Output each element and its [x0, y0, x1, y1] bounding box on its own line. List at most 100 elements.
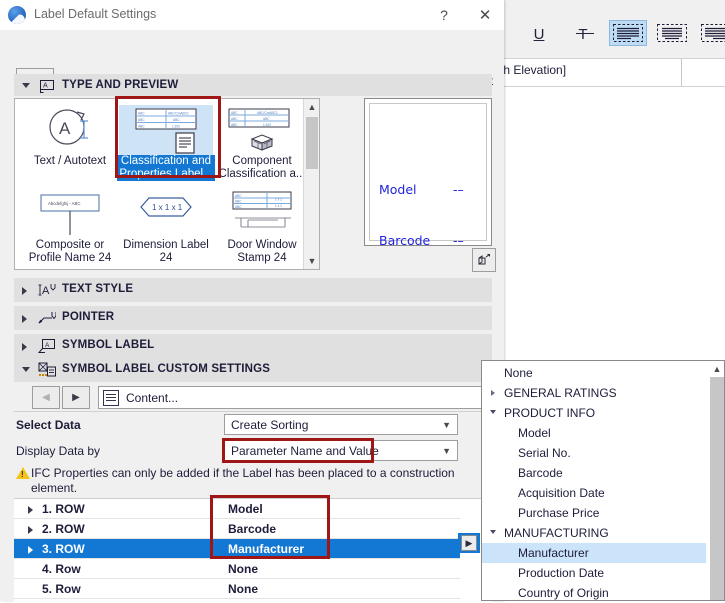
- chevron-right-icon: [22, 315, 27, 323]
- svg-text:ABC/CmABC1: ABC/CmABC1: [257, 111, 278, 115]
- next-page-button[interactable]: ▶: [62, 386, 90, 409]
- preview-line: Barcode -–: [379, 232, 419, 249]
- align-right-button[interactable]: [697, 20, 725, 46]
- section-header-symbol-label-custom-settings[interactable]: SYMBOL LABEL CUSTOM SETTINGS: [14, 358, 492, 382]
- previous-page-button[interactable]: ◀: [32, 386, 60, 409]
- dropdown-item-label: PRODUCT INFO: [504, 406, 595, 420]
- grid-item-label: Text / Autotext: [21, 155, 119, 168]
- row-expand-button[interactable]: ▶: [458, 533, 480, 553]
- svg-text:1 x 1: 1 x 1: [275, 204, 282, 208]
- underline-button[interactable]: U: [525, 20, 553, 48]
- text-style-icon: A: [38, 281, 56, 299]
- grid-item-component-classification[interactable]: ABCABC/CmABC1 ABCABC ABC1:100: [215, 105, 309, 185]
- svg-text:ABC: ABC: [231, 117, 238, 121]
- archicad-logo-icon: [8, 6, 26, 24]
- grid-item-label: Component Classification a...: [213, 155, 311, 181]
- dropdown-item-manufacturer[interactable]: Manufacturer: [482, 543, 706, 563]
- chevron-up-icon[interactable]: ▲: [710, 361, 724, 377]
- custom-settings-icon: [38, 361, 56, 379]
- svg-text:ABC: ABC: [138, 112, 145, 116]
- row-name: 5. Row: [42, 582, 81, 596]
- row-name: 3. ROW: [42, 542, 85, 556]
- close-button[interactable]: ✕: [473, 4, 497, 26]
- help-button[interactable]: ?: [432, 4, 456, 26]
- row-list[interactable]: 1. ROW Model 2. ROW Barcode 3. ROW Manuf…: [14, 498, 492, 602]
- grid-item-text-autotext[interactable]: A Text / Autotext: [23, 105, 117, 185]
- select-data-label: Select Data: [16, 418, 81, 432]
- select-data-combo[interactable]: Create Sorting ▼: [224, 414, 458, 435]
- chevron-right-icon[interactable]: [28, 546, 33, 554]
- display-data-by-combo[interactable]: Parameter Name and Value ▼: [224, 440, 458, 461]
- label-type-grid[interactable]: A Text / Autotext: [14, 98, 320, 270]
- table-row-selected[interactable]: 3. ROW Manufacturer: [14, 539, 460, 559]
- row-value: Manufacturer: [228, 542, 304, 556]
- svg-text:ABC: ABC: [235, 205, 242, 209]
- dropdown-item-label: None: [504, 366, 533, 380]
- dropdown-item-none[interactable]: None: [482, 363, 706, 383]
- chevron-down-icon: [490, 530, 496, 534]
- dropdown-group-manufacturing[interactable]: MANUFACTURING: [482, 523, 706, 543]
- row-name: 2. ROW: [42, 522, 85, 536]
- section-header-pointer[interactable]: POINTER: [14, 306, 492, 330]
- property-dropdown-menu[interactable]: None GENERAL RATINGS PRODUCT INFO Model …: [481, 360, 725, 601]
- dialog-titlebar: Label Default Settings ? ✕: [0, 0, 504, 30]
- 3d-view-icon[interactable]: [472, 248, 496, 272]
- section-title: SYMBOL LABEL: [62, 339, 154, 351]
- table-row[interactable]: 1. ROW Model: [14, 499, 460, 519]
- row-name: 1. ROW: [42, 502, 85, 516]
- type-preview-icon: A: [38, 77, 56, 95]
- chevron-up-icon[interactable]: ▲: [304, 99, 320, 115]
- dropdown-group-general-ratings[interactable]: GENERAL RATINGS: [482, 383, 706, 403]
- dropdown-group-product-info[interactable]: PRODUCT INFO: [482, 403, 706, 423]
- svg-text:ABC: ABC: [235, 200, 242, 204]
- svg-text:ABC: ABC: [231, 123, 238, 127]
- preview-line-value: -–: [453, 181, 464, 198]
- display-data-by-value: Parameter Name and Value: [231, 444, 379, 458]
- chevron-right-icon[interactable]: [28, 526, 33, 534]
- scrollbar-thumb[interactable]: [306, 117, 318, 169]
- dialog-title: Label Default Settings: [34, 7, 156, 21]
- dropdown-item-label: Manufacturer: [518, 546, 589, 560]
- table-row[interactable]: 2. ROW Barcode: [14, 519, 460, 539]
- warning-triangle-icon: [16, 467, 30, 479]
- scrollbar-thumb[interactable]: [710, 377, 724, 600]
- svg-text:A: A: [43, 83, 48, 90]
- dropdown-item-serial-no[interactable]: Serial No.: [482, 443, 706, 463]
- dropdown-item-acquisition-date[interactable]: Acquisition Date: [482, 483, 706, 503]
- section-header-text-style[interactable]: A TEXT STYLE: [14, 278, 492, 302]
- section-header-type-and-preview[interactable]: A TYPE AND PREVIEW: [14, 74, 492, 98]
- content-selector[interactable]: Content...: [98, 386, 492, 409]
- label-default-settings-dialog: Label Default Settings ? ✕ ☆ ▶ Default A…: [0, 0, 504, 601]
- row-value: Barcode: [228, 522, 276, 536]
- svg-text:ABC: ABC: [235, 194, 242, 198]
- strikethrough-button[interactable]: T: [569, 20, 597, 48]
- align-center-button[interactable]: [653, 20, 691, 46]
- align-left-icon: [613, 24, 643, 42]
- grid-scrollbar[interactable]: ▲ ▼: [303, 99, 319, 269]
- chevron-down-icon[interactable]: ▼: [304, 253, 320, 269]
- chevron-down-icon: ▼: [442, 446, 451, 456]
- dropdown-item-barcode[interactable]: Barcode: [482, 463, 706, 483]
- dropdown-item-label: Purchase Price: [518, 506, 599, 520]
- chevron-right-icon[interactable]: [28, 506, 33, 514]
- grid-item-door-window-stamp[interactable]: ABCABCABC 1 x 11 x 1 Door Window Stamp 2…: [215, 189, 309, 269]
- custom-settings-toolbar: ◀ ▶ Content...: [14, 385, 492, 412]
- dropdown-item-purchase-price[interactable]: Purchase Price: [482, 503, 706, 523]
- svg-text:1:100: 1:100: [263, 123, 271, 127]
- table-row[interactable]: 5. Row None: [14, 579, 460, 599]
- svg-text:A: A: [42, 285, 50, 297]
- align-left-button[interactable]: [609, 20, 647, 46]
- chevron-right-icon: [22, 287, 27, 295]
- dropdown-item-country-of-origin[interactable]: Country of Origin: [482, 583, 706, 603]
- dimension-thumb-text: 1 x 1 x 1: [152, 203, 183, 212]
- table-row[interactable]: 4. Row None: [14, 559, 460, 579]
- grid-item-composite-or-profile-name[interactable]: Abcdefghij - ABC Composite or Profile Na…: [23, 189, 117, 269]
- dropdown-scrollbar[interactable]: ▲: [710, 361, 724, 600]
- background-text-toolbar: U T Text Alignment:: [497, 0, 725, 59]
- grid-item-classification-and-properties-label[interactable]: ABCABC/CmABC1 ABCABC ABC1:100 Classifica…: [119, 105, 213, 185]
- section-title: TEXT STYLE: [62, 283, 133, 295]
- dropdown-item-model[interactable]: Model: [482, 423, 706, 443]
- section-header-symbol-label[interactable]: A SYMBOL LABEL: [14, 334, 492, 358]
- dropdown-item-production-date[interactable]: Production Date: [482, 563, 706, 583]
- grid-item-dimension-label[interactable]: 1 x 1 x 1 Dimension Label 24: [119, 189, 213, 269]
